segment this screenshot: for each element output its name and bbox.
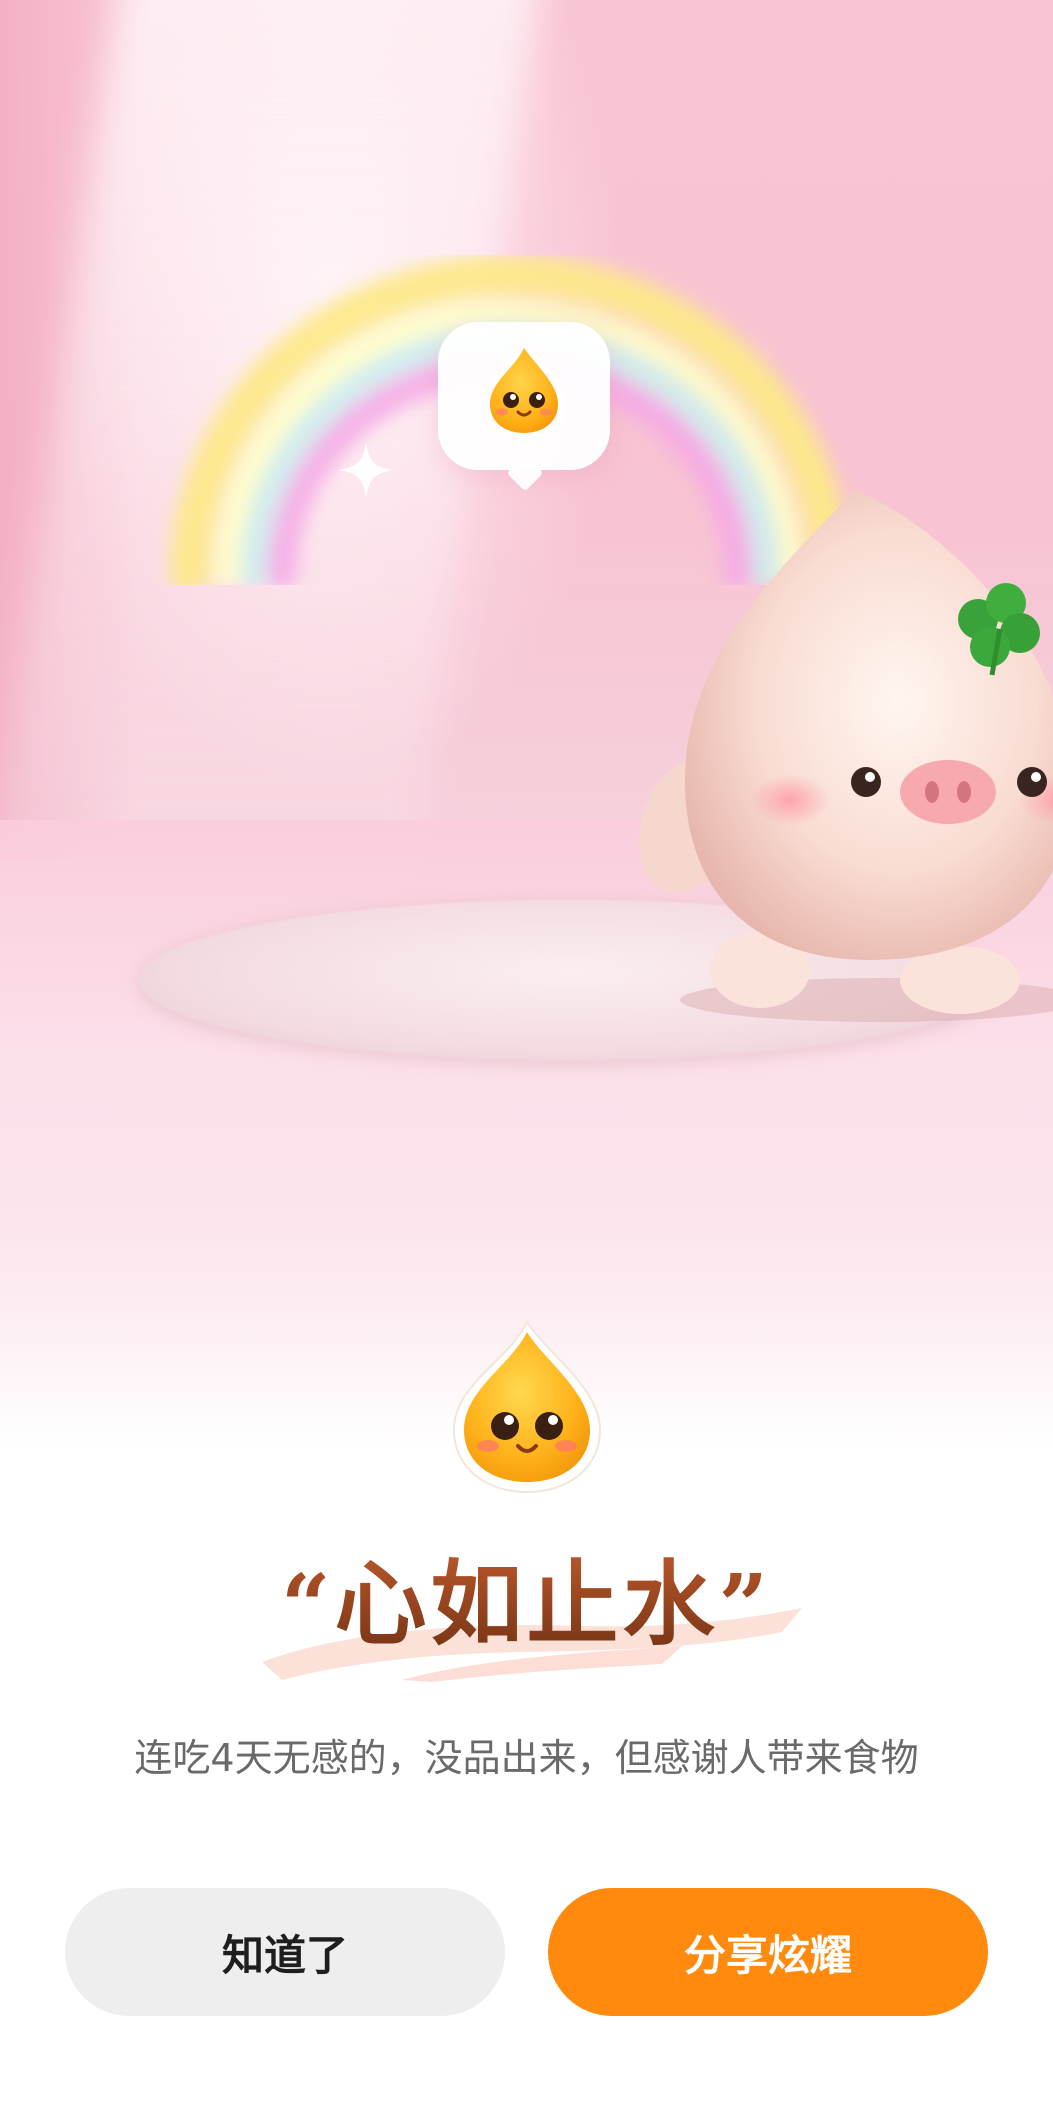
title-text: 心如止水 xyxy=(334,1551,719,1658)
got-it-button[interactable]: 知道了 xyxy=(65,1888,505,2016)
sparkle-icon xyxy=(338,442,394,498)
mood-description: 连吃4天无感的，没品出来，但感谢人带来食物 xyxy=(134,1736,919,1780)
bun-mascot xyxy=(638,490,1053,1022)
smiling-droplet-icon xyxy=(484,342,564,438)
room-scene xyxy=(0,0,1053,1450)
smiling-droplet-icon xyxy=(452,1319,602,1494)
title-close-quote: ” xyxy=(718,1556,772,1657)
mood-title: “心如止水” xyxy=(0,1540,1053,1672)
title-open-quote: “ xyxy=(281,1556,335,1657)
share-button[interactable]: 分享炫耀 xyxy=(548,1888,988,2016)
mood-result-screen: “心如止水” 连吃4天无感的，没品出来，但感谢人带来食物 知道了 分享炫耀 xyxy=(0,0,1053,2107)
